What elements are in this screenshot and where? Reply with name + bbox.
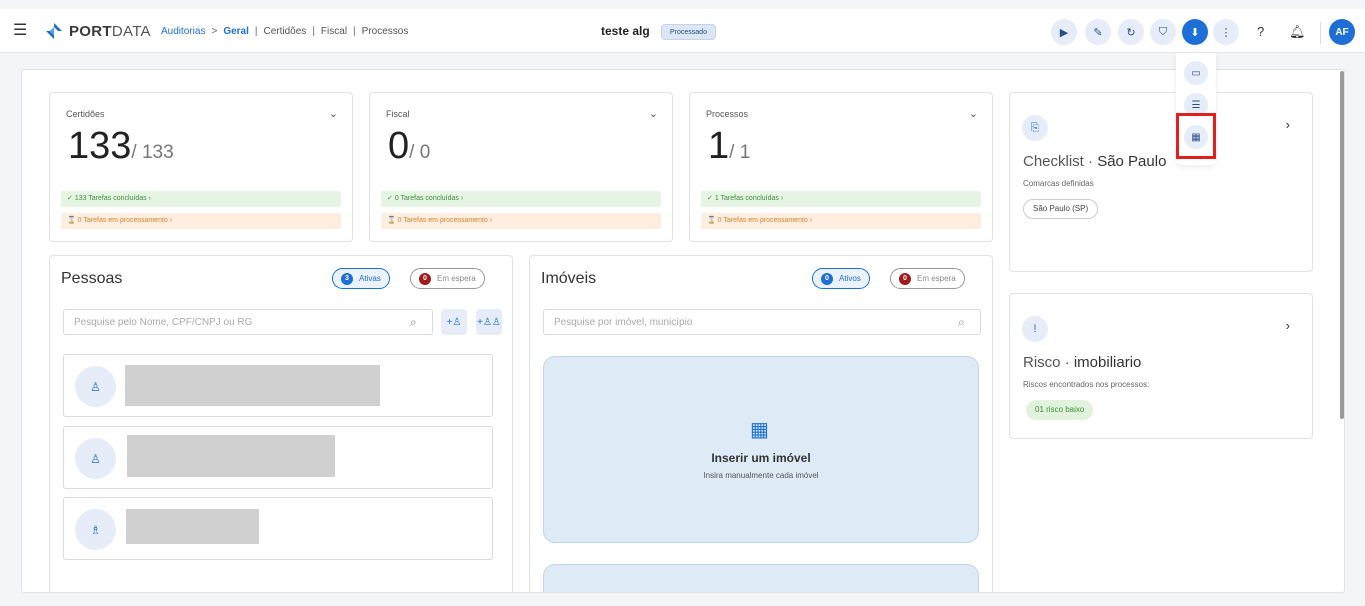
- chevron-down-icon[interactable]: ⌄: [649, 107, 658, 120]
- list-item[interactable]: ♙: [63, 426, 493, 489]
- breadcrumb-processos[interactable]: Processos: [362, 26, 409, 37]
- folder-icon[interactable]: ▭: [1184, 61, 1208, 85]
- highlight-box: [1176, 113, 1216, 159]
- main-panel: Certidões ⌄ 133/ 133 ✓ 133 Tarefas concl…: [21, 69, 1345, 593]
- tasks-processing[interactable]: ⌛ 0 Tarefas em processamento ›: [61, 213, 341, 229]
- breadcrumb: Auditorias > Geral | Certidões | Fiscal …: [161, 26, 408, 37]
- scrollbar[interactable]: [1340, 71, 1344, 419]
- section-title: Pessoas: [61, 270, 123, 287]
- breadcrumb-geral[interactable]: Geral: [223, 26, 249, 37]
- stat-total: / 0: [409, 142, 431, 163]
- chevron-down-icon[interactable]: ⌄: [969, 107, 978, 120]
- waiting-filter-pill[interactable]: 0 Em espera: [410, 268, 485, 289]
- chevron-down-icon[interactable]: ⌄: [329, 107, 338, 120]
- stat-value: 0/ 0: [388, 125, 431, 167]
- building-add-icon: ▦: [750, 419, 769, 441]
- insert-subtitle: Insira manualmente cada imóvel: [703, 471, 819, 480]
- play-icon[interactable]: ▶: [1051, 19, 1077, 45]
- risco-title: Risco · imobiliario: [1023, 354, 1142, 371]
- insert-title: Inserir um imóvel: [711, 451, 811, 465]
- breadcrumb-certidoes[interactable]: Certidões: [264, 26, 307, 37]
- stat-value: 1/ 1: [708, 125, 751, 167]
- tasks-done[interactable]: ✓ 133 Tarefas concluídas ›: [61, 191, 341, 207]
- waiting-filter-pill[interactable]: 0 Em espera: [890, 268, 965, 289]
- stat-total: / 133: [131, 142, 174, 163]
- stat-value: 133/ 133: [68, 125, 174, 167]
- chevron-right-icon[interactable]: ›: [1286, 318, 1290, 333]
- imoveis-section: Imóveis 0 Ativos 0 Em espera Pesquise por …: [529, 255, 993, 592]
- bell-icon[interactable]: 🔔︎: [1289, 24, 1306, 40]
- avatar[interactable]: AF: [1329, 19, 1355, 45]
- download-icon[interactable]: ⬇: [1182, 19, 1208, 45]
- menu-icon[interactable]: ☰: [13, 23, 27, 39]
- checklist-title: Checklist · São Paulo: [1023, 153, 1167, 170]
- company-icon: ♗: [75, 509, 116, 550]
- person-icon: ♙: [75, 438, 116, 479]
- stat-card-fiscal[interactable]: Fiscal ⌄ 0/ 0 ✓ 0 Tarefas concluídas › ⌛…: [369, 92, 673, 242]
- person-icon: ♙: [75, 366, 116, 407]
- document-refresh-icon: ⎘: [1022, 115, 1048, 141]
- pessoas-section: Pessoas 3 Ativas 0 Em espera Pesquise pelo…: [49, 255, 513, 592]
- tasks-processing[interactable]: ⌛ 0 Tarefas em processamento ›: [381, 213, 661, 229]
- list-item[interactable]: ♙: [63, 354, 493, 417]
- insert-property-card[interactable]: ▦ Inserir um imóvel Insira manualmente c…: [543, 356, 979, 543]
- redacted-block: [126, 509, 259, 544]
- chevron-right-icon[interactable]: ›: [1286, 117, 1290, 132]
- pessoas-search-input[interactable]: Pesquise pelo Nome, CPF/CNPJ ou RG: [63, 309, 433, 335]
- logo-mark-icon: [46, 23, 62, 39]
- logo-text-light: DATA: [111, 22, 151, 40]
- shield-check-icon[interactable]: ⛉: [1150, 19, 1176, 45]
- comarca-chip[interactable]: São Paulo (SP): [1023, 199, 1099, 219]
- risk-chip[interactable]: 01 risco baixo: [1026, 400, 1094, 420]
- stat-label: Processos: [706, 109, 749, 119]
- breadcrumb-separator: |: [254, 26, 258, 37]
- more-vertical-icon[interactable]: ⋮: [1213, 19, 1239, 45]
- search-icon[interactable]: ⌕: [958, 315, 965, 330]
- status-badge: Processado: [661, 24, 716, 40]
- page-title: teste alg: [601, 24, 650, 38]
- search-icon[interactable]: ⌕: [410, 315, 417, 330]
- breadcrumb-separator: |: [353, 26, 356, 37]
- checklist-subtitle: Comarcas definidas: [1023, 179, 1094, 188]
- stat-total: / 1: [729, 142, 751, 163]
- risco-subtitle: Riscos encontrados nos processos:: [1023, 380, 1150, 389]
- add-person-button[interactable]: +♙: [441, 309, 467, 335]
- logo[interactable]: PORTDATA: [45, 22, 151, 40]
- stat-label: Certidões: [66, 109, 105, 119]
- redacted-block: [127, 435, 335, 477]
- risco-card[interactable]: ! › Risco · imobiliario Riscos encontrad…: [1009, 293, 1313, 439]
- stat-card-processos[interactable]: Processos ⌄ 1/ 1 ✓ 1 Tarefas concluídas …: [689, 92, 993, 242]
- checklist-card[interactable]: ⎘ › Checklist · São Paulo Comarcas defin…: [1009, 92, 1313, 272]
- active-filter-pill[interactable]: 3 Ativas: [332, 268, 390, 289]
- tasks-processing[interactable]: ⌛ 0 Tarefas em processamento ›: [701, 213, 981, 229]
- breadcrumb-fiscal[interactable]: Fiscal: [321, 26, 347, 37]
- stat-label: Fiscal: [386, 109, 410, 119]
- help-icon[interactable]: ?: [1257, 24, 1264, 39]
- property-card[interactable]: [543, 564, 979, 592]
- add-group-button[interactable]: +♙♙: [476, 309, 502, 335]
- tasks-done[interactable]: ✓ 0 Tarefas concluídas ›: [381, 191, 661, 207]
- redacted-block: [125, 365, 380, 406]
- refresh-icon[interactable]: ↻: [1118, 19, 1144, 45]
- breadcrumb-arrow: >: [211, 26, 218, 37]
- breadcrumb-separator: |: [312, 26, 315, 37]
- alert-circle-icon: !: [1022, 316, 1048, 342]
- edit-icon[interactable]: ✎: [1085, 19, 1111, 45]
- breadcrumb-auditorias[interactable]: Auditorias: [161, 26, 205, 37]
- stat-card-certidoes[interactable]: Certidões ⌄ 133/ 133 ✓ 133 Tarefas concl…: [49, 92, 353, 242]
- divider: [1320, 22, 1321, 44]
- list-item[interactable]: ♗: [63, 497, 493, 560]
- imoveis-search-input[interactable]: Pesquise por imóvel, município: [543, 309, 981, 335]
- tasks-done[interactable]: ✓ 1 Tarefas concluídas ›: [701, 191, 981, 207]
- logo-text-bold: PORT: [69, 22, 112, 40]
- active-filter-pill[interactable]: 0 Ativos: [812, 268, 870, 289]
- section-title: Imóveis: [541, 270, 597, 287]
